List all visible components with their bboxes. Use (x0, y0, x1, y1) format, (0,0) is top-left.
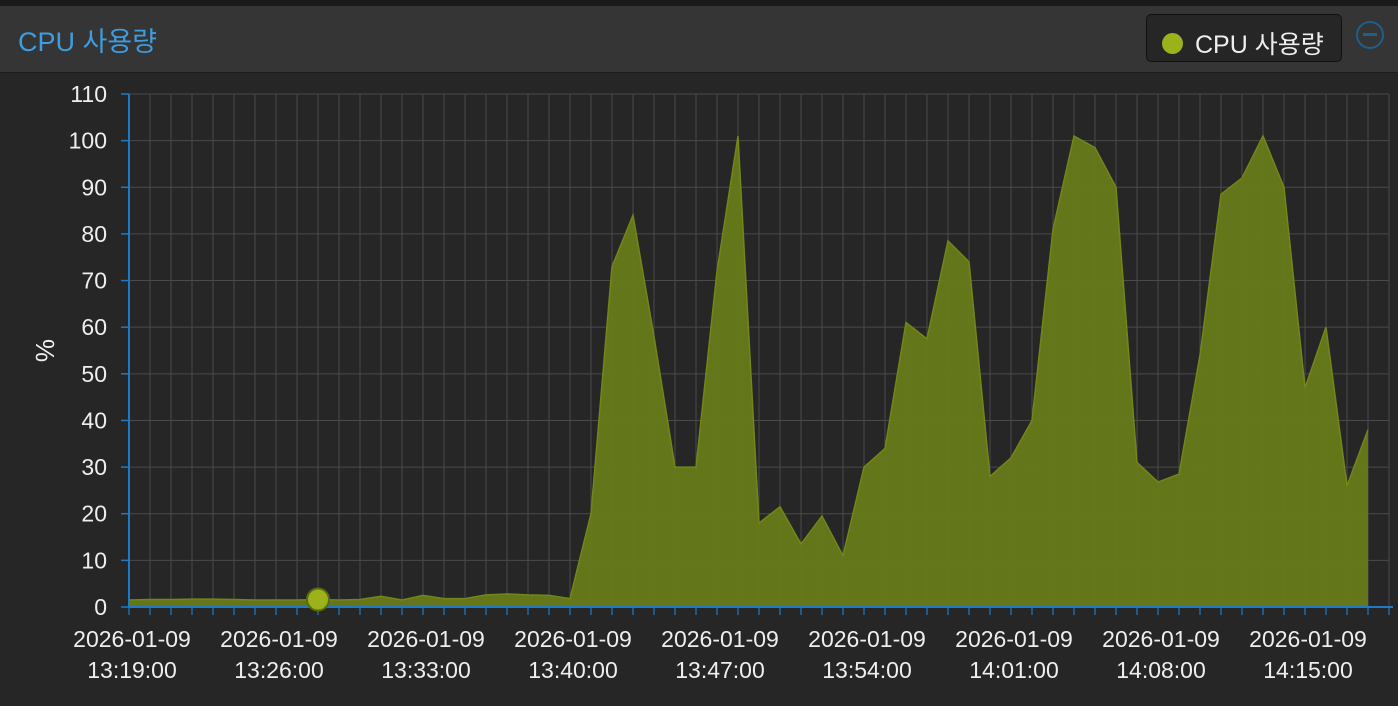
series-area (129, 135, 1368, 608)
y-tick-label: 40 (81, 407, 107, 433)
y-tick-label: 110 (70, 81, 107, 107)
x-tick-label-date: 2026-01-09 (661, 626, 779, 652)
x-tick-label-time: 13:33:00 (381, 657, 471, 683)
x-tick-label-date: 2026-01-09 (514, 626, 632, 652)
panel-header: CPU 사용량 CPU 사용량 (0, 6, 1398, 73)
y-tick-label: 20 (81, 501, 107, 527)
x-tick-label-date: 2026-01-09 (1102, 626, 1220, 652)
x-tick-label-date: 2026-01-09 (73, 626, 191, 652)
x-tick-label-date: 2026-01-09 (220, 626, 338, 652)
y-tick-label: 30 (81, 454, 107, 480)
x-tick-labels: 2026-01-09 13:19:00 2026-01-09 13:26:00 2026… (73, 607, 1390, 683)
x-tick-label-date: 2026-01-09 (808, 626, 926, 652)
y-tick-label: 10 (81, 547, 107, 573)
y-tick-label: 60 (81, 314, 107, 340)
y-tick-label: 90 (81, 174, 107, 200)
x-tick-label-time: 14:15:00 (1263, 657, 1353, 683)
plot-area: 0 10 20 30 40 50 60 70 80 90 100 110 2026-01-09 13:19… (0, 73, 1398, 706)
y-axis-title: % (30, 339, 60, 362)
cpu-usage-panel: CPU 사용량 CPU 사용량 0 10 20 30 40 50 60 70 80 90 100 11… (0, 0, 1398, 706)
x-tick-label-date: 2026-01-09 (1249, 626, 1367, 652)
x-tick-label-time: 13:40:00 (528, 657, 618, 683)
x-tick-label-time: 13:26:00 (234, 657, 324, 683)
y-tick-label: 100 (69, 128, 107, 154)
hover-point-marker (306, 587, 330, 612)
x-tick-label-time: 13:47:00 (675, 657, 765, 683)
y-tick-label: 70 (81, 268, 107, 294)
legend-series-label: CPU 사용량 (1195, 31, 1324, 59)
y-tick-labels: 0 10 20 30 40 50 60 70 80 90 100 110 (69, 81, 129, 620)
x-tick-label-time: 14:01:00 (969, 657, 1059, 683)
x-tick-label-date: 2026-01-09 (955, 626, 1073, 652)
x-tick-label-time: 13:19:00 (87, 657, 177, 683)
panel-title: CPU 사용량 (18, 27, 158, 57)
minus-circle-icon[interactable] (1356, 21, 1384, 49)
cpu-area-chart: 0 10 20 30 40 50 60 70 80 90 100 110 2026-01-09 13:19… (30, 81, 1393, 683)
legend-series-dot-icon (1162, 33, 1183, 54)
y-tick-label: 80 (81, 221, 107, 247)
x-tick-label-time: 13:54:00 (822, 657, 912, 683)
x-tick-label-date: 2026-01-09 (367, 626, 485, 652)
x-tick-label-time: 14:08:00 (1116, 657, 1206, 683)
y-tick-label: 0 (94, 594, 107, 620)
legend-toggle[interactable]: CPU 사용량 (1146, 14, 1342, 62)
y-tick-label: 50 (81, 361, 107, 387)
